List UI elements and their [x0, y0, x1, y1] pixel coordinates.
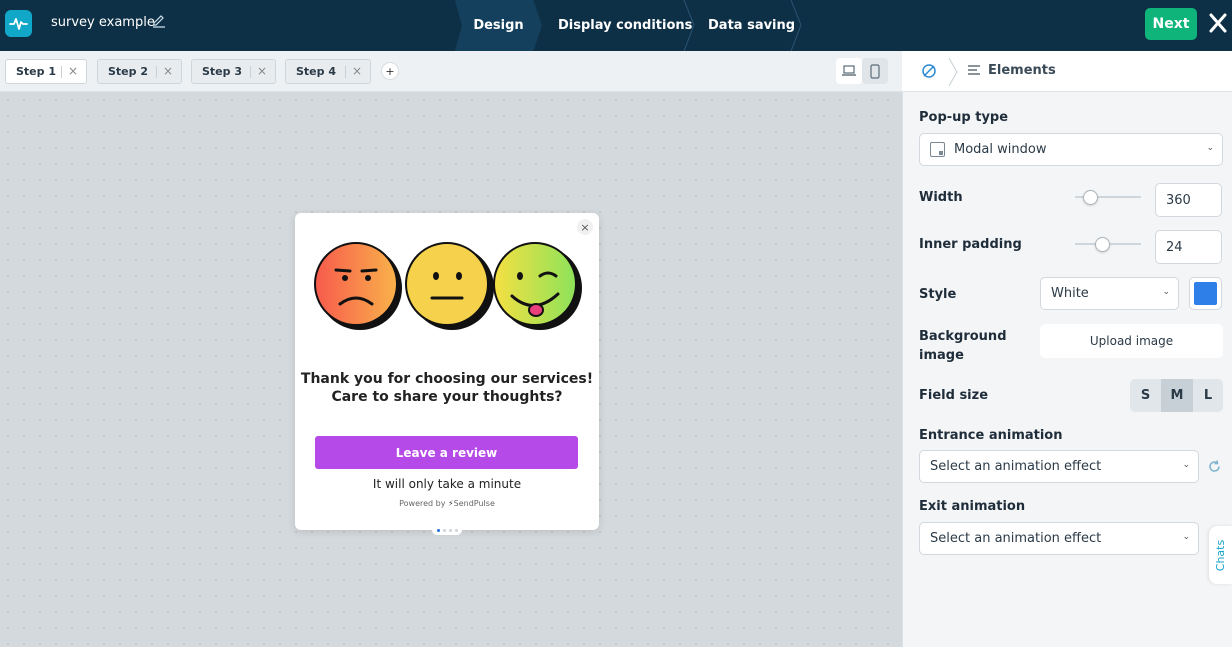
popup-type-select[interactable]: Modal window ⌄ [919, 133, 1223, 166]
chevron-down-icon: ⌄ [1162, 287, 1170, 297]
exit-animation-select[interactable]: Select an animation effect ⌄ [919, 522, 1199, 555]
powered-by: Powered by ⚡SendPulse [295, 499, 599, 508]
close-tab-icon[interactable]: × [352, 64, 362, 78]
edit-name-icon[interactable] [152, 14, 166, 32]
desktop-view-button[interactable] [836, 58, 862, 84]
tab-step-2[interactable]: Step 2 × [97, 59, 182, 84]
panel-header: Elements [902, 51, 1232, 92]
app-logo[interactable] [5, 10, 32, 37]
next-button[interactable]: Next [1145, 8, 1197, 40]
step-data-saving-label: Data saving [708, 18, 796, 33]
tab-label: Step 4 [296, 65, 336, 78]
background-label-line-1: Background [919, 329, 1007, 344]
inner-padding-input[interactable]: 24 [1155, 230, 1222, 264]
field-size-l[interactable]: L [1193, 379, 1223, 412]
width-label: Width [919, 190, 963, 205]
chevron-down-icon: ⌄ [1182, 532, 1190, 542]
top-bar: survey example Design Display conditions… [0, 0, 1232, 51]
background-label-line-2: image [919, 348, 964, 363]
modal-window-icon [930, 142, 945, 157]
step-display-conditions[interactable]: Display conditions [558, 0, 692, 51]
step-design-label: Design [473, 18, 524, 33]
brand-name: SendPulse [453, 499, 495, 508]
mobile-icon [870, 63, 880, 79]
design-brush-icon[interactable] [921, 63, 937, 83]
tab-separator [156, 66, 157, 78]
tab-step-3[interactable]: Step 3 × [191, 59, 276, 84]
padding-slider-thumb[interactable] [1095, 237, 1110, 252]
elements-list-icon [967, 64, 981, 81]
leave-review-button[interactable]: Leave a review [315, 436, 578, 469]
chevron-down-icon: ⌄ [1206, 143, 1214, 153]
add-tab-button[interactable]: + [381, 62, 399, 80]
tab-separator [250, 66, 251, 78]
field-size-m[interactable]: M [1161, 379, 1193, 412]
upload-image-button[interactable]: Upload image [1040, 324, 1223, 358]
page-dot[interactable] [448, 528, 452, 532]
field-size-s[interactable]: S [1130, 379, 1161, 412]
chevron-down-icon: ⌄ [1182, 460, 1190, 470]
inner-padding-label: Inner padding [919, 237, 1022, 252]
tab-separator [61, 66, 62, 78]
page-indicator [432, 525, 462, 535]
emoji-rating-image [314, 242, 582, 330]
popup-subtext: It will only take a minute [372, 477, 522, 491]
pulse-icon [9, 18, 28, 30]
entrance-animation-placeholder: Select an animation effect [930, 459, 1102, 474]
entrance-animation-label: Entrance animation [919, 428, 1063, 443]
step-data-saving[interactable]: Data saving [708, 0, 795, 51]
page-dot[interactable] [436, 528, 440, 532]
entrance-animation-select[interactable]: Select an animation effect ⌄ [919, 450, 1199, 483]
style-color-swatch[interactable] [1189, 277, 1222, 310]
popup-close-icon[interactable]: × [577, 219, 593, 235]
tab-label: Step 2 [108, 65, 148, 78]
tab-label: Step 3 [202, 65, 242, 78]
popup-type-label: Pop-up type [919, 110, 1009, 125]
close-tab-icon[interactable]: × [68, 64, 78, 78]
step-display-conditions-label: Display conditions [558, 18, 693, 33]
popup-type-value: Modal window [954, 142, 1047, 157]
style-select[interactable]: White ⌄ [1040, 277, 1179, 310]
page-dot[interactable] [454, 528, 458, 532]
step-design[interactable]: Design [455, 0, 542, 51]
style-label: Style [919, 287, 957, 302]
chats-widget-tab[interactable]: Chats [1209, 526, 1232, 584]
width-slider-thumb[interactable] [1083, 190, 1098, 205]
close-icon[interactable] [1208, 12, 1228, 38]
width-input[interactable]: 360 [1155, 183, 1222, 217]
exit-animation-label: Exit animation [919, 499, 1026, 514]
exit-animation-placeholder: Select an animation effect [930, 531, 1102, 546]
tab-label: Step 1 [16, 65, 56, 78]
close-tab-icon[interactable]: × [257, 64, 267, 78]
close-tab-icon[interactable]: × [163, 64, 173, 78]
powered-by-text: Powered by [399, 499, 446, 508]
laptop-icon [842, 65, 856, 76]
page-dot[interactable] [442, 528, 446, 532]
mobile-view-button[interactable] [862, 58, 888, 84]
headline-line-1: Thank you for choosing our services! [300, 371, 594, 387]
panel-title[interactable]: Elements [988, 63, 1056, 78]
replay-animation-icon[interactable] [1207, 459, 1222, 478]
style-value: White [1051, 286, 1089, 301]
field-size-label: Field size [919, 388, 989, 403]
tab-step-4[interactable]: Step 4 × [285, 59, 371, 84]
breadcrumb-chevron-icon [948, 57, 958, 87]
popup-headline: Thank you for choosing our services! Car… [295, 370, 599, 406]
step-divider-icon [790, 0, 802, 51]
project-name: survey example [51, 15, 155, 30]
background-image-label: Background image [919, 327, 1007, 365]
chats-label: Chats [1214, 539, 1227, 571]
tab-separator [345, 66, 346, 78]
step-divider-icon [683, 0, 695, 51]
headline-line-2: Care to share your thoughts? [331, 389, 563, 405]
tab-step-1[interactable]: Step 1 × [5, 59, 87, 84]
